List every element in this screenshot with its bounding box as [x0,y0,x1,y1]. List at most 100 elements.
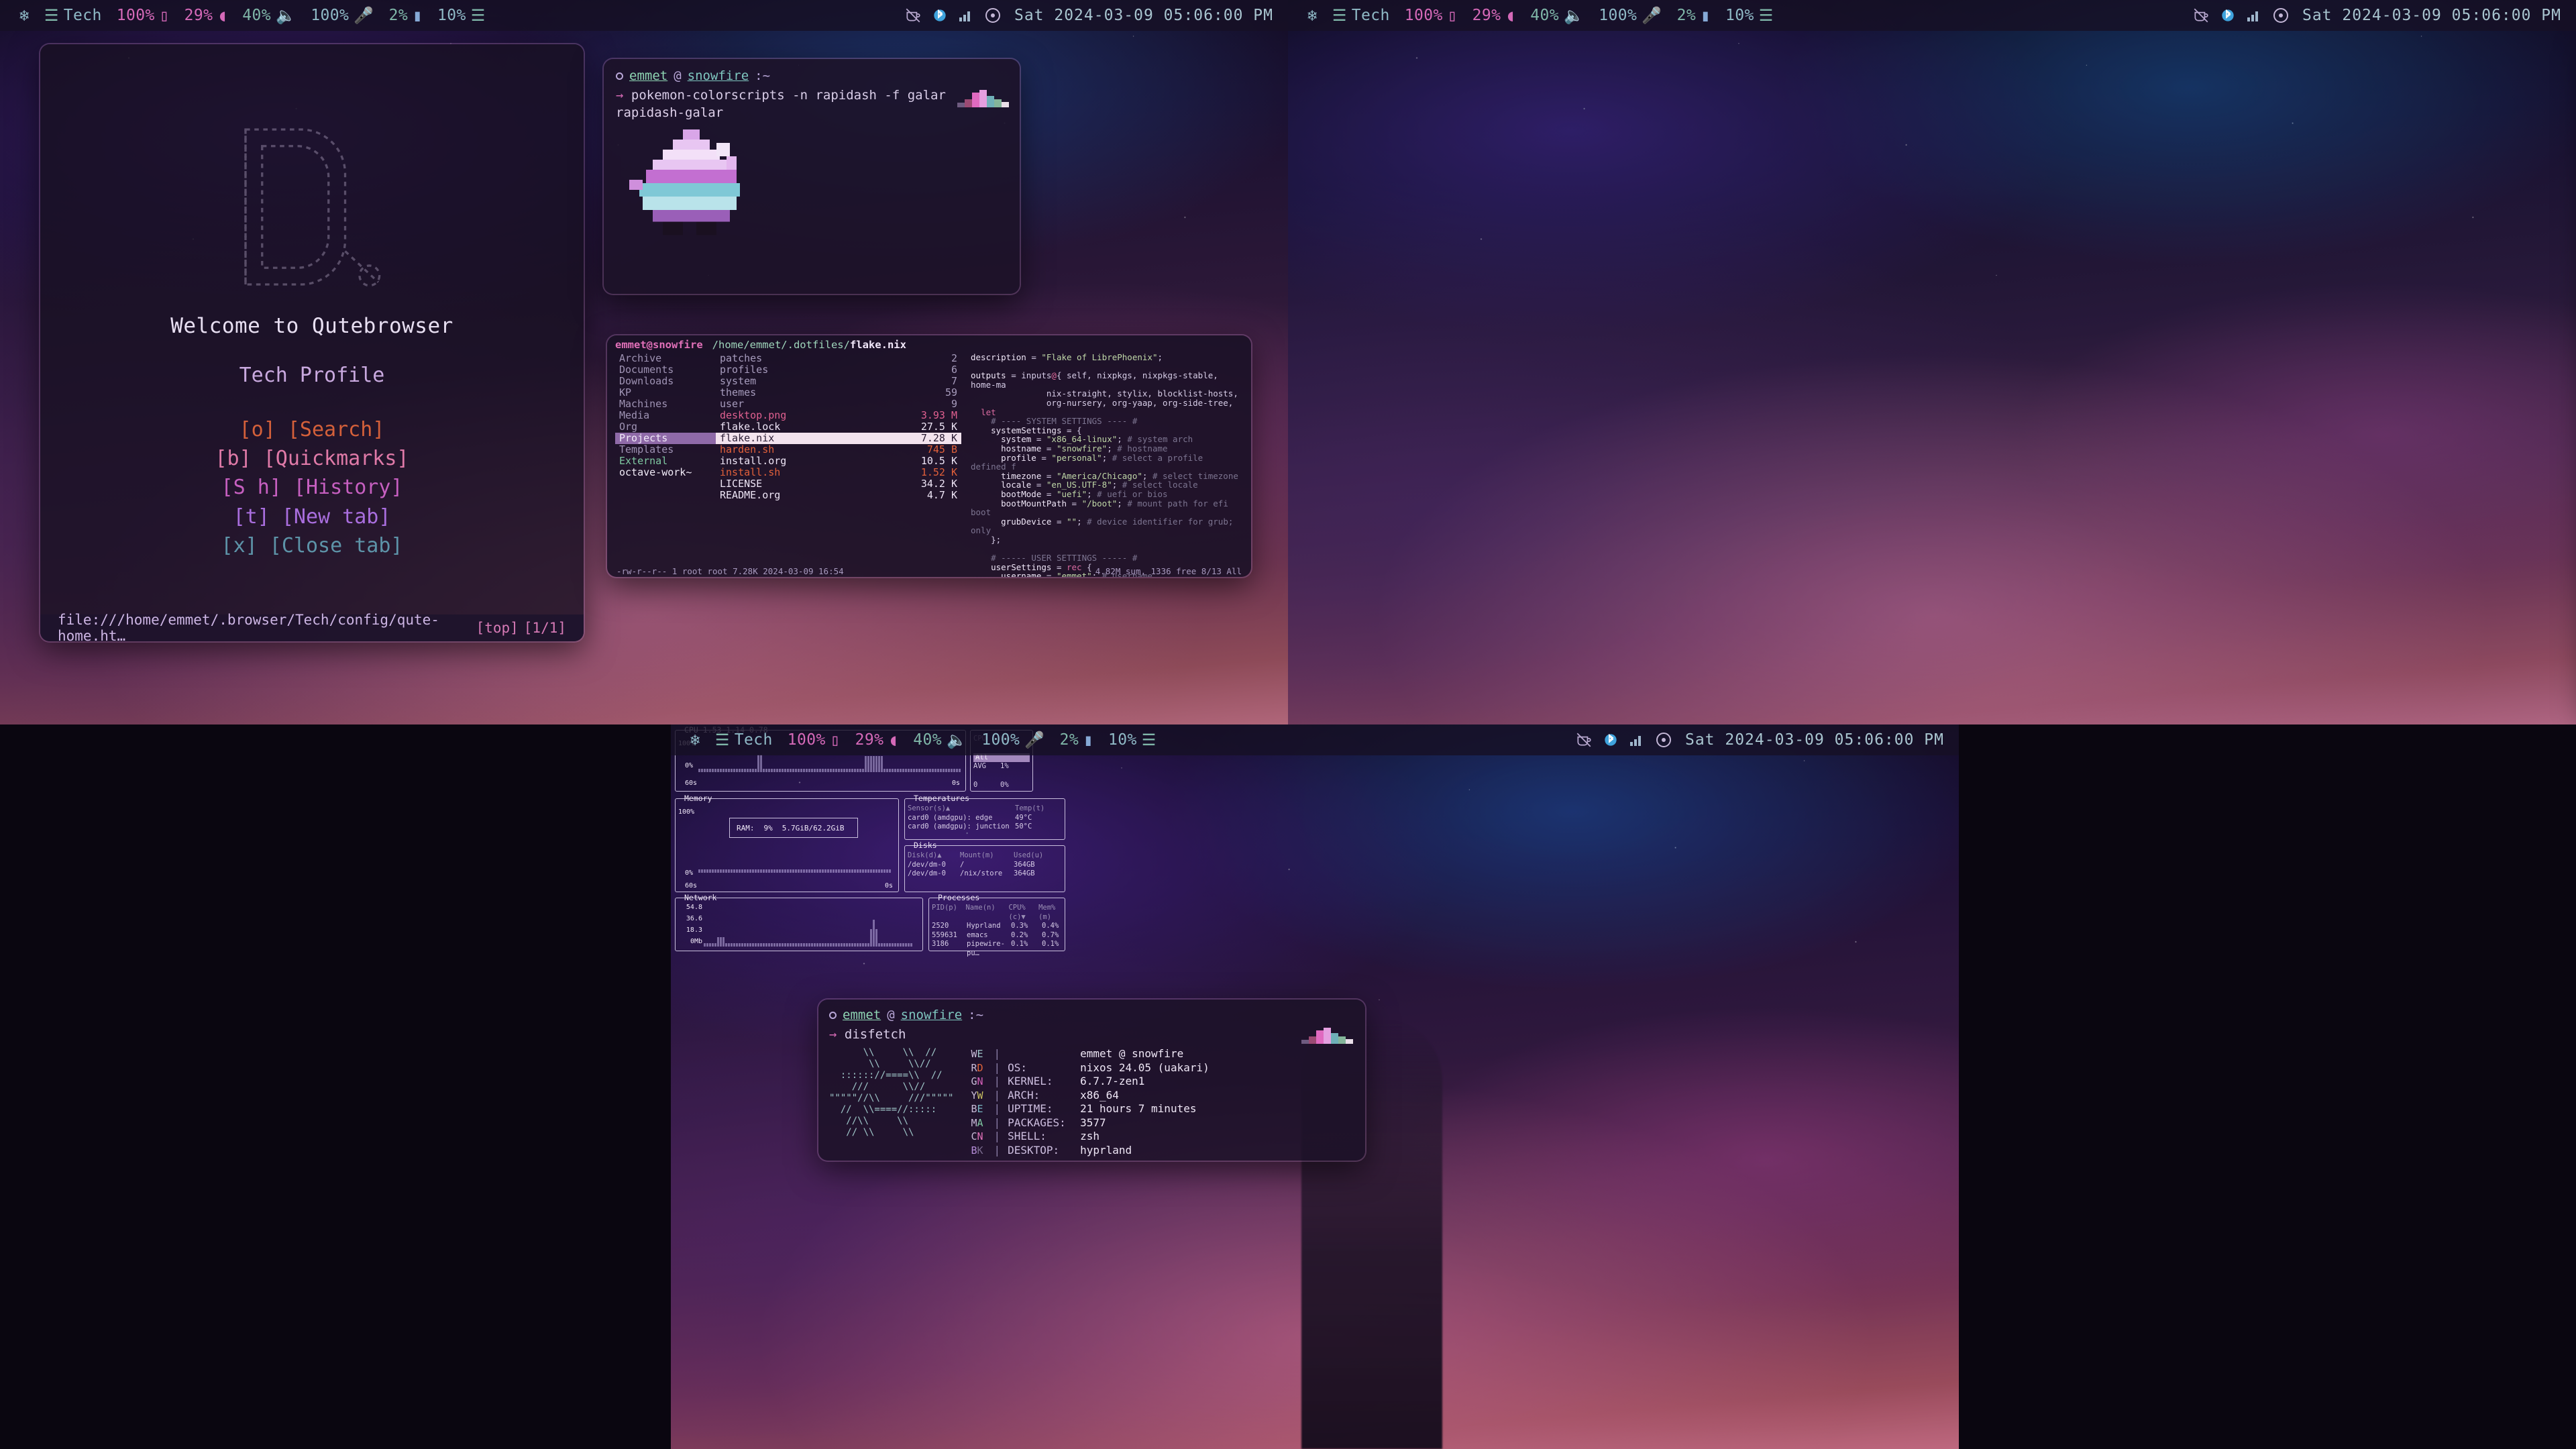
terminal-output: rapidash-galar [616,105,724,120]
volume-module[interactable]: 100% 🎤 [303,7,381,24]
qutebrowser-content: Welcome to Qutebrowser Tech Profile [o] … [40,44,584,614]
no-coffee-icon[interactable] [904,7,922,24]
brightness-module[interactable]: 40% 🔈 [906,731,974,749]
volume-module[interactable]: 100% 🎤 [1591,7,1669,24]
ranger-parent-item[interactable]: KP [615,387,716,398]
snowflake-icon[interactable]: ❄ [683,732,708,748]
ranger-parent-item[interactable]: Media [615,410,716,421]
network-signal-icon[interactable] [2246,8,2262,23]
ranger-parent-item[interactable]: Org [615,421,716,433]
no-coffee-icon[interactable] [2192,7,2210,24]
status-bar-2[interactable]: ❄ ☰ Tech 100% ▯ 29% ◖ 40% 🔈 100% 🎤 2% ▮ 10% ☰ S… [1288,0,2576,31]
volume-label: 100% [311,7,350,24]
bluetooth-icon[interactable] [2220,7,2235,24]
fetch-separator: | [994,1116,1001,1129]
ranger-parent-item[interactable]: Archive [615,353,716,364]
ranger-file-row[interactable]: harden.sh 745 B [716,444,961,455]
volume-icon: 🔈 [1564,6,1585,25]
status-bar-1[interactable]: ❄ ☰ Tech 100% ▯ 29% ◖ 40% 🔈 100% 🎤 2% ▮ 10% ☰ S… [0,0,1288,31]
system-tray[interactable] [1575,731,1672,749]
terminal-fetch-window[interactable]: emmet @ snowfire:~ → disfetch \\ \\ // \\ … [818,1000,1365,1161]
microphone-module[interactable]: 2% ▮ [382,7,430,24]
process-row[interactable]: 2520 Hyprland 0.3% 0.4% [932,922,1067,931]
memory-module[interactable]: 10% ☰ [430,7,493,24]
system-tray[interactable] [2192,7,2289,24]
graph-bar [875,869,877,873]
ranger-parent-item[interactable]: Projects [615,433,716,444]
disc-icon[interactable] [2273,7,2289,23]
memory-module[interactable]: 10% ☰ [1718,7,1781,24]
ranger-file-row[interactable]: system 7 [716,376,961,387]
ranger-file-row[interactable]: install.org 10.5 K [716,455,961,467]
ranger-parent-item[interactable]: octave-work~ [615,467,716,478]
ranger-col-current[interactable]: patches 2 profiles 6 system 7 themes 59 user 9 des… [716,353,961,577]
process-row[interactable]: 3186 pipewire-pu… 0.1% 0.1% [932,940,1067,958]
status-bar-3[interactable]: ❄ ☰ Tech 100% ▯ 29% ◖ 40% 🔈 100% 🎤 2% ▮ 10% ☰ S… [671,724,1959,755]
disc-icon[interactable] [1656,732,1672,748]
bluetooth-icon[interactable] [932,7,947,24]
ranger-file-row[interactable]: flake.nix 7.28 K [716,433,961,444]
shortcut-search[interactable]: [o] [Search] [215,415,409,444]
workspace-module[interactable]: ☰ Tech [37,7,109,24]
system-tray[interactable] [904,7,1001,24]
snowflake-icon[interactable]: ❄ [12,7,37,23]
ranger-file-row[interactable]: README.org 4.7 K [716,490,961,501]
graph-bar [760,869,762,873]
ranger-file-row[interactable]: desktop.png 3.93 M [716,410,961,421]
microphone-module[interactable]: 2% ▮ [1670,7,1718,24]
brightness-module[interactable]: 40% 🔈 [1523,7,1591,24]
snowflake-icon[interactable]: ❄ [1300,7,1325,23]
disc-icon[interactable] [985,7,1001,23]
contrast-module[interactable]: 29% ◖ [177,7,235,24]
hamburger-icon[interactable]: ☰ [1142,732,1157,748]
ranger-file-row[interactable]: LICENSE 34.2 K [716,478,961,490]
shortcut-quickmarks[interactable]: [b] [Quickmarks] [215,444,409,473]
network-signal-icon[interactable] [958,8,974,23]
shortcut-history[interactable]: [S h] [History] [215,473,409,502]
volume-module[interactable]: 100% 🎤 [974,731,1052,749]
workspace-module[interactable]: ☰ Tech [708,731,780,749]
bluetooth-icon[interactable] [1603,731,1618,749]
ranger-parent-item[interactable]: Machines [615,398,716,410]
battery-module[interactable]: 100% ▯ [1397,7,1465,24]
terminal-pokemon-window[interactable]: emmet @ snowfire:~ → pokemon-colorscripts … [604,59,1020,294]
memory-module[interactable]: 10% ☰ [1101,731,1164,749]
ranger-window[interactable]: emmet@snowfire /home/emmet/.dotfiles/fla… [607,335,1251,577]
graph-bar [792,869,794,873]
col-cpu[interactable]: CPU%(c)▼ [1008,904,1038,922]
ranger-parent-item[interactable]: Downloads [615,376,716,387]
ranger-file-row[interactable]: themes 59 [716,387,961,398]
workspace-module[interactable]: ☰ Tech [1325,7,1397,24]
col-mem[interactable]: Mem%(m) [1038,904,1067,922]
hamburger-icon[interactable]: ☰ [471,7,486,23]
qutebrowser-window[interactable]: Welcome to Qutebrowser Tech Profile [o] … [40,44,584,641]
graph-bar [725,869,727,873]
ranger-parent-item[interactable]: Documents [615,364,716,376]
shortcut-new-tab[interactable]: [t] [New tab] [215,502,409,531]
memory-x-right: 0s [884,882,893,890]
ranger-file-row[interactable]: patches 2 [716,353,961,364]
ranger-file-row[interactable]: user 9 [716,398,961,410]
network-signal-icon[interactable] [1629,733,1645,747]
process-row[interactable]: 559631 emacs 0.2% 0.7% [932,931,1067,941]
ranger-item-label: Media [619,410,650,421]
hamburger-icon[interactable]: ☰ [1759,7,1774,23]
contrast-module[interactable]: 29% ◖ [1465,7,1523,24]
battery-module[interactable]: 100% ▯ [109,7,177,24]
brightness-module[interactable]: 40% 🔈 [235,7,303,24]
ranger-parent-item[interactable]: External [615,455,716,467]
shortcut-close-tab[interactable]: [x] [Close tab] [215,531,409,560]
ranger-file-row[interactable]: profiles 6 [716,364,961,376]
ranger-parent-item[interactable]: Templates [615,444,716,455]
ranger-file-row[interactable]: flake.lock 27.5 K [716,421,961,433]
graph-bar [854,769,856,772]
tab-indicator: [1/1] [523,620,566,636]
no-coffee-icon[interactable] [1575,731,1593,749]
ranger-file-row[interactable]: install.sh 1.52 K [716,467,961,478]
battery-module[interactable]: 100% ▯ [780,731,848,749]
microphone-module[interactable]: 2% ▮ [1053,731,1101,749]
contrast-module[interactable]: 29% ◖ [848,731,906,749]
ranger-col-parent[interactable]: Archive Documents Downloads KP Machines Media… [615,353,716,577]
microphone-label: 2% [1676,7,1697,24]
fetch-color-tag: RD [971,1061,983,1074]
